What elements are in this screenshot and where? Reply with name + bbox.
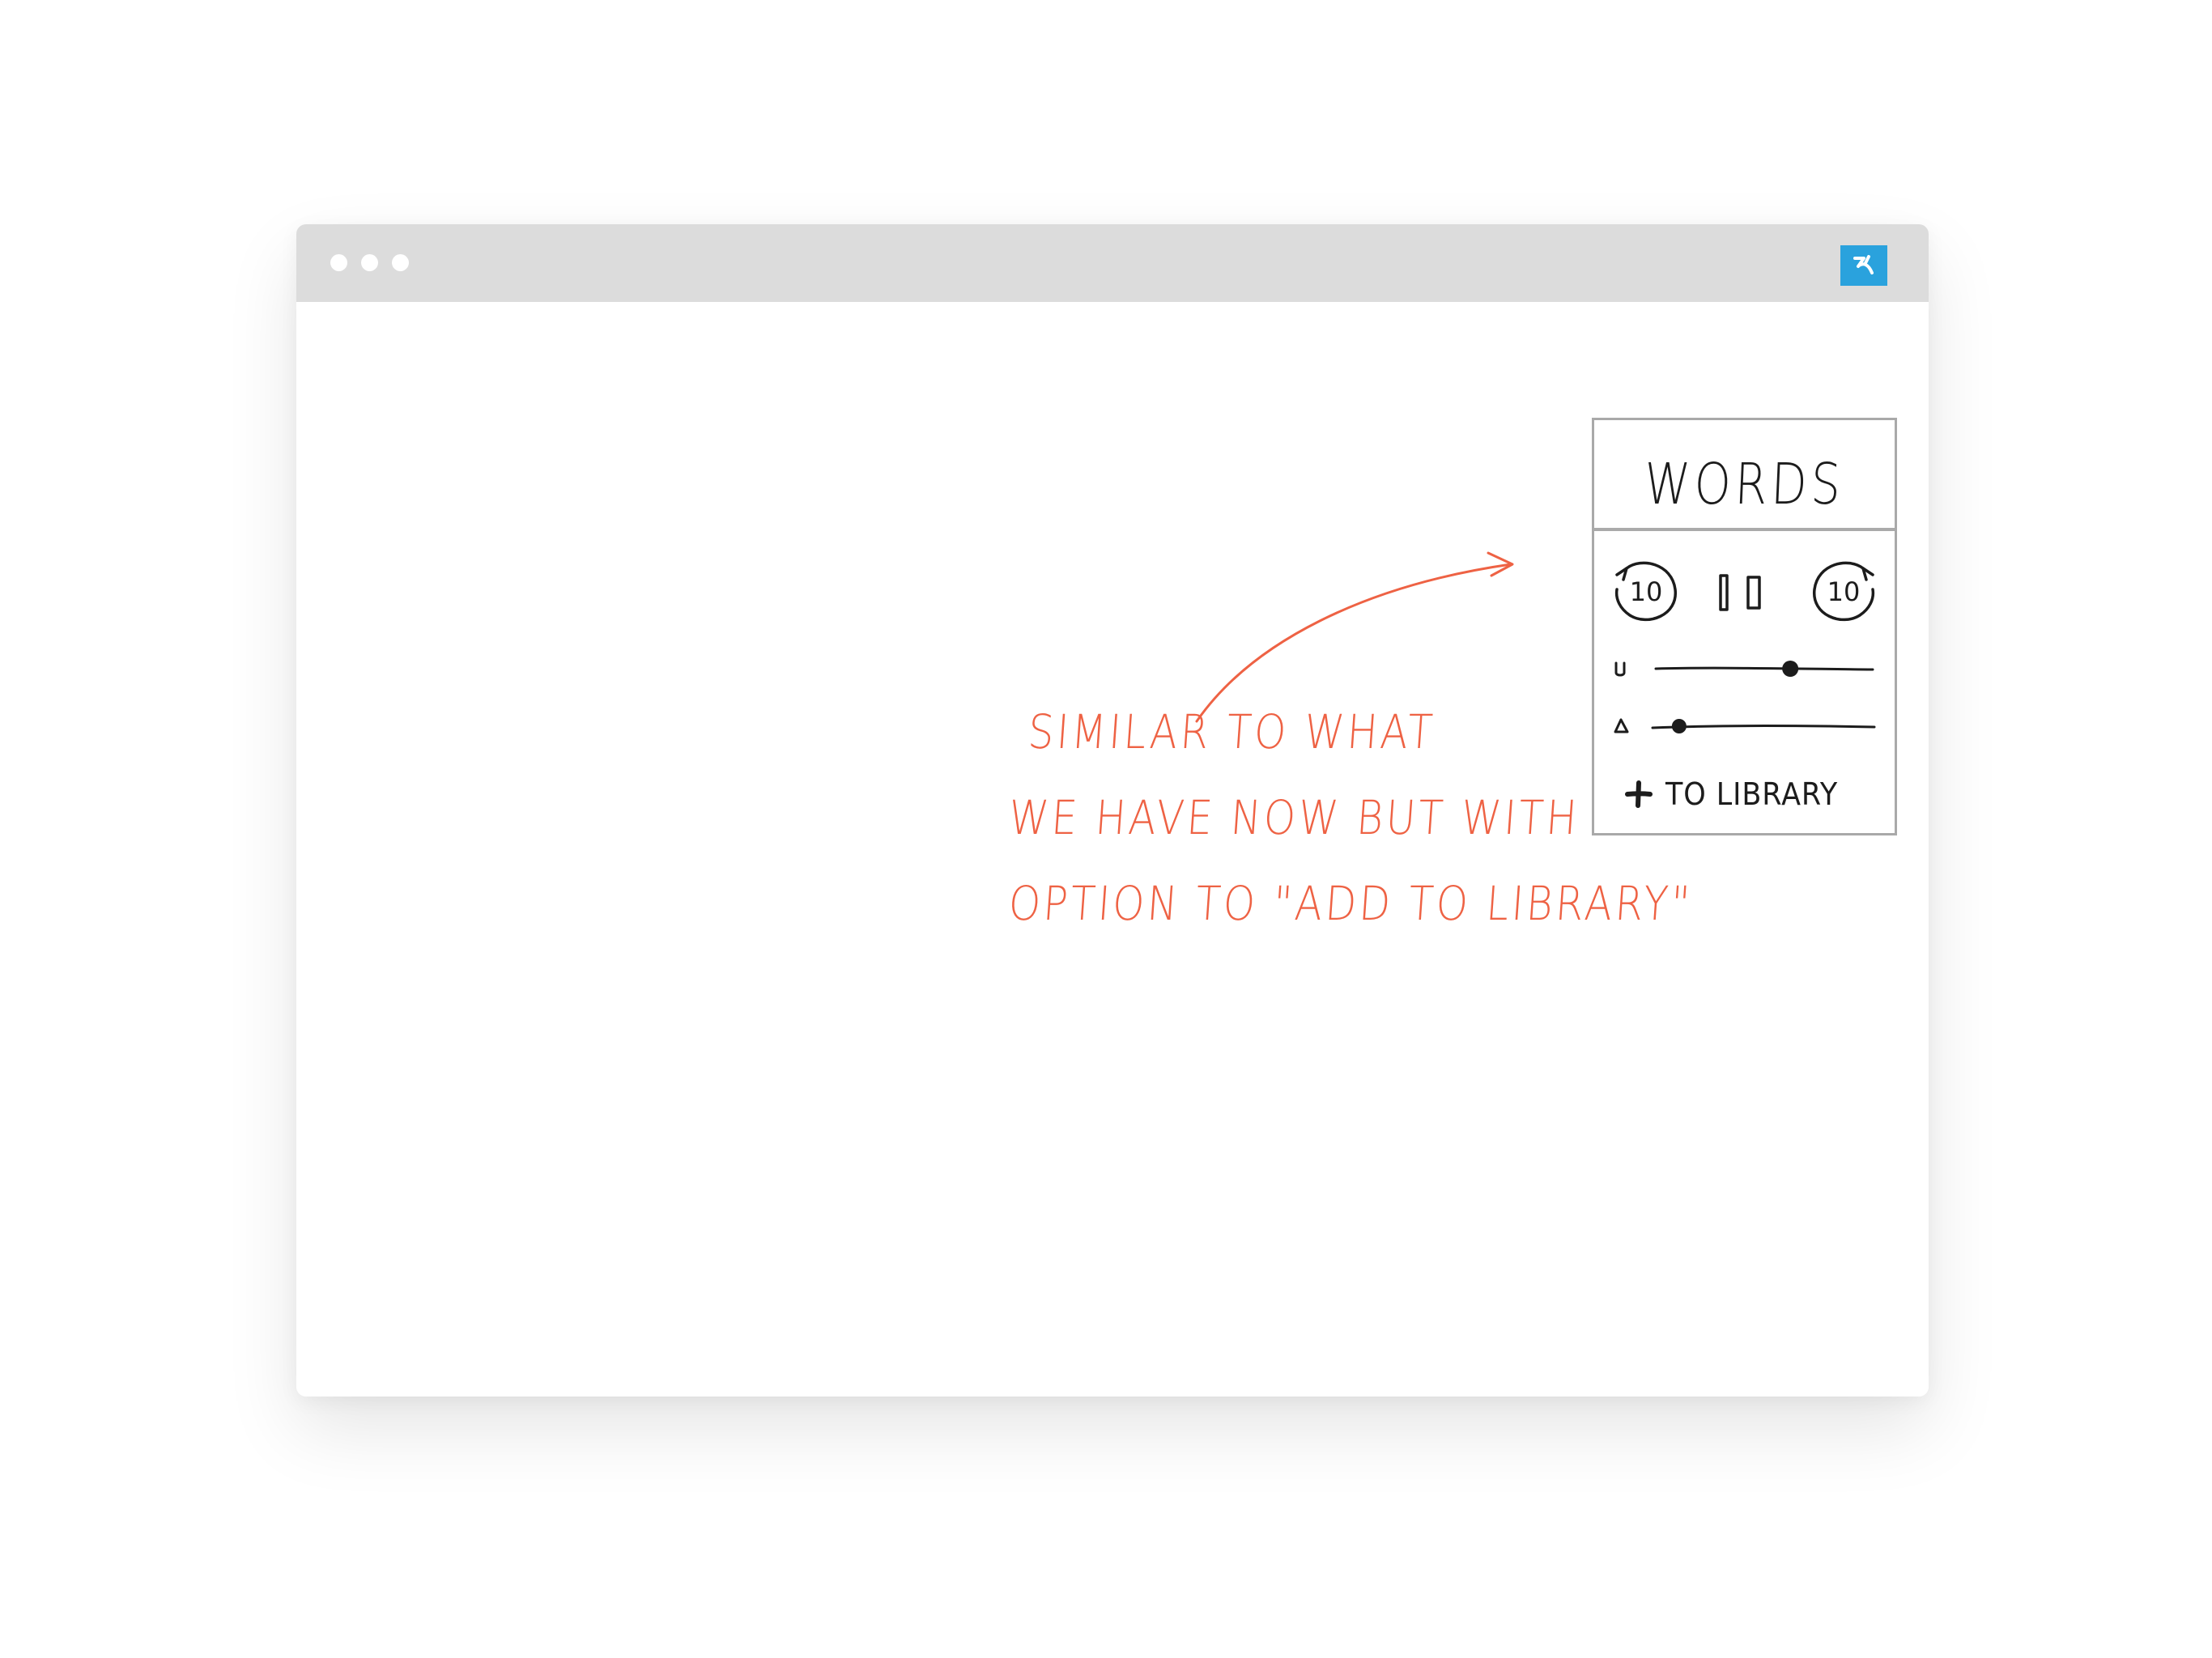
close-dot[interactable] xyxy=(330,254,347,271)
speed-slider[interactable] xyxy=(1614,652,1881,684)
slider-knob xyxy=(1671,719,1687,733)
pause-icon[interactable] xyxy=(1716,571,1772,616)
speed-icon xyxy=(1614,661,1626,677)
widget-header: WORDS xyxy=(1594,420,1895,531)
annotation-line: OPTION TO "ADD TO LIBRARY" xyxy=(1006,876,1695,931)
add-to-library-label: TO LIBRARY xyxy=(1665,776,1839,812)
add-to-library-button[interactable]: TO LIBRARY xyxy=(1625,776,1853,812)
plus-icon xyxy=(1625,780,1653,808)
browser-window: SIMILAR TO WHAT WE HAVE NOW BUT WITH OPT… xyxy=(296,224,1929,1397)
rewind-10-icon[interactable]: 10 xyxy=(1609,554,1683,628)
voice-slider[interactable] xyxy=(1614,710,1881,742)
maximize-dot[interactable] xyxy=(392,254,409,271)
minimize-dot[interactable] xyxy=(361,254,378,271)
words-widget: WORDS 10 10 TO LIBRARY xyxy=(1592,418,1897,835)
title-bar xyxy=(296,224,1929,302)
forward-10-icon[interactable]: 10 xyxy=(1806,554,1881,628)
forward-label: 10 xyxy=(1827,576,1861,607)
widget-title: WORDS xyxy=(1643,451,1846,517)
rewind-label: 10 xyxy=(1630,576,1663,607)
voice-icon xyxy=(1614,718,1629,733)
slider-knob xyxy=(1782,661,1799,677)
page-content: SIMILAR TO WHAT WE HAVE NOW BUT WITH OPT… xyxy=(296,302,1929,1397)
extension-logo-icon[interactable] xyxy=(1840,245,1887,286)
